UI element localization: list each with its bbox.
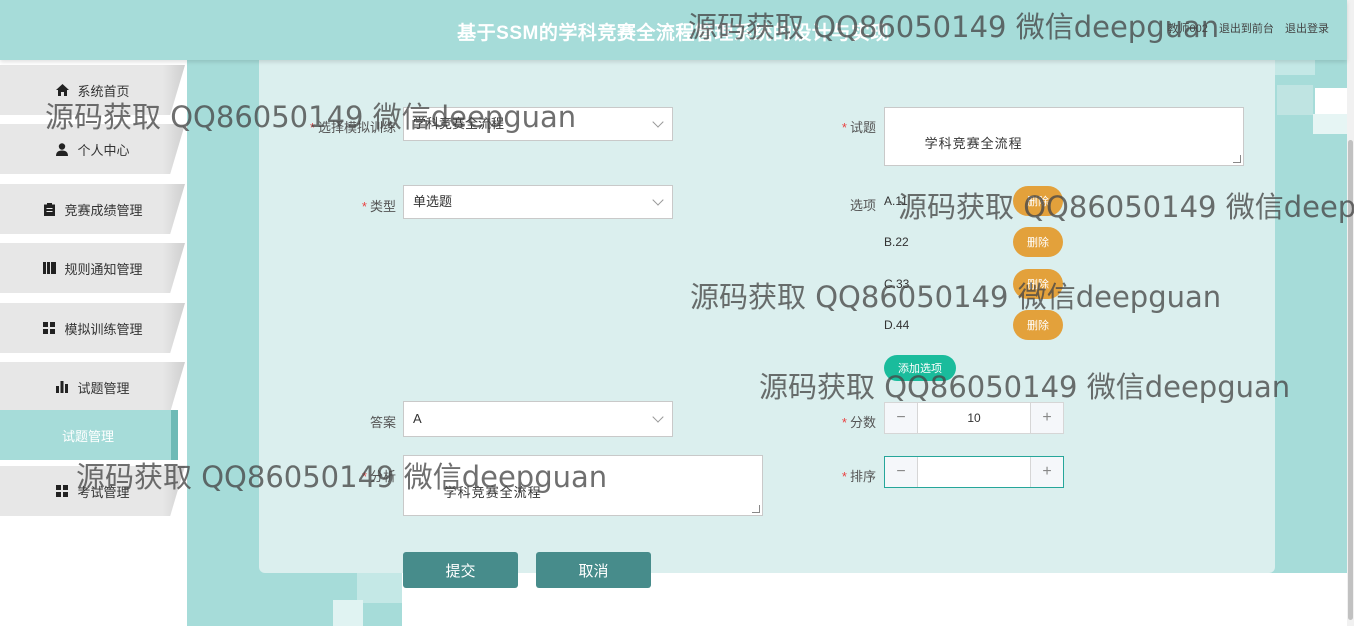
order-stepper: − +	[884, 456, 1064, 488]
chevron-down-icon	[652, 194, 664, 206]
answer-select[interactable]: A	[403, 401, 673, 437]
cancel-button[interactable]: 取消	[536, 552, 651, 588]
app-title: 基于SSM的学科竞赛全流程管理系统的设计与实现	[457, 23, 890, 44]
training-label: * 选择模拟训练	[309, 120, 396, 135]
order-decrement-button[interactable]: −	[885, 457, 918, 487]
user-icon	[55, 142, 69, 156]
chevron-down-icon	[652, 411, 664, 423]
option-d-text: D.44	[884, 318, 910, 332]
decor-block	[1277, 85, 1313, 115]
sidebar-item-scores[interactable]: 竞赛成绩管理	[0, 184, 185, 234]
resize-handle-icon[interactable]	[1233, 155, 1241, 163]
training-value: 学科竞赛全流程	[413, 116, 505, 131]
decor-block	[1275, 60, 1315, 75]
page-scrollbar[interactable]	[1347, 0, 1354, 626]
score-input[interactable]: 10	[918, 403, 1030, 433]
option-a-text: A.11	[884, 194, 908, 208]
sidebar-item-questions[interactable]: 试题管理	[0, 362, 185, 412]
sidebar-item-home[interactable]: 系统首页	[0, 65, 185, 115]
analysis-value: 学科竞赛全流程	[443, 485, 542, 500]
order-increment-button[interactable]: +	[1030, 457, 1063, 487]
grid-icon	[55, 484, 69, 498]
score-decrement-button[interactable]: −	[885, 403, 918, 433]
books-icon	[42, 261, 56, 275]
score-increment-button[interactable]: +	[1030, 403, 1063, 433]
analysis-textarea[interactable]: 学科竞赛全流程	[403, 455, 763, 516]
sidebar-item-label: 模拟训练管理	[64, 321, 143, 337]
sidebar-item-label: 试题管理	[62, 428, 115, 444]
type-label: * 类型	[361, 199, 396, 214]
training-select[interactable]: 学科竞赛全流程	[403, 107, 673, 141]
option-b-text: B.22	[884, 235, 909, 249]
scrollbar-thumb[interactable]	[1348, 140, 1353, 620]
order-input[interactable]	[918, 457, 1030, 487]
decor-block	[357, 573, 402, 603]
top-header: 基于SSM的学科竞赛全流程管理系统的设计与实现 教师002 退出到前台 退出登录	[0, 0, 1347, 60]
username: 教师002	[1167, 23, 1208, 35]
grid-icon	[42, 321, 56, 335]
option-c-text: C.33	[884, 277, 910, 291]
type-select[interactable]: 单选题	[403, 185, 673, 219]
answer-value: A	[413, 411, 422, 426]
home-icon	[55, 83, 69, 97]
add-option-button[interactable]: 添加选项	[884, 355, 956, 381]
main-area: * 选择模拟训练 学科竞赛全流程 * 试题 学科竞赛全流程 * 类型 单选题 选项 A…	[187, 60, 1347, 626]
chevron-down-icon	[652, 116, 664, 128]
type-value: 单选题	[413, 194, 453, 209]
user-area: 教师002 退出到前台 退出登录	[1160, 20, 1329, 36]
score-label: * 分数	[841, 415, 876, 430]
delete-option-c-button[interactable]: 删除	[1013, 269, 1063, 299]
back-to-front-link[interactable]: 退出到前台	[1219, 23, 1274, 35]
submit-button[interactable]: 提交	[403, 552, 518, 588]
analysis-label: * 分析	[361, 469, 396, 484]
clipboard-icon	[42, 202, 56, 216]
decor-block	[333, 600, 363, 626]
sidebar-item-rules[interactable]: 规则通知管理	[0, 243, 185, 293]
order-label: * 排序	[841, 469, 876, 484]
sidebar-item-label: 规则通知管理	[64, 261, 143, 277]
bar-chart-icon	[55, 380, 69, 394]
decor-block	[1315, 88, 1347, 114]
question-value: 学科竞赛全流程	[924, 136, 1023, 151]
sidebar-item-profile[interactable]: 个人中心	[0, 124, 185, 174]
score-stepper: − 10 +	[884, 402, 1064, 434]
sidebar-item-label: 考试管理	[77, 484, 130, 500]
logout-link[interactable]: 退出登录	[1285, 23, 1329, 35]
sidebar-subitem-questions[interactable]: 试题管理	[0, 410, 178, 460]
sidebar: 系统首页 个人中心 竞赛成绩管理 规则通知管理 模拟训练管理 试题管理 试题管理	[0, 60, 187, 626]
answer-label: 答案	[369, 415, 396, 430]
delete-option-d-button[interactable]: 删除	[1013, 310, 1063, 340]
decor-block	[1313, 114, 1347, 134]
delete-option-a-button[interactable]: 删除	[1013, 186, 1063, 216]
question-label: * 试题	[841, 120, 876, 135]
sidebar-item-label: 竞赛成绩管理	[64, 202, 143, 218]
sidebar-item-label: 个人中心	[77, 142, 130, 158]
delete-option-b-button[interactable]: 删除	[1013, 227, 1063, 257]
form-card: * 选择模拟训练 学科竞赛全流程 * 试题 学科竞赛全流程 * 类型 单选题 选项 A…	[259, 60, 1275, 588]
options-label: 选项	[849, 198, 876, 213]
sidebar-item-label: 系统首页	[77, 83, 130, 99]
question-textarea[interactable]: 学科竞赛全流程	[884, 107, 1244, 166]
sidebar-item-training[interactable]: 模拟训练管理	[0, 303, 185, 353]
sidebar-item-label: 试题管理	[77, 380, 130, 396]
resize-handle-icon[interactable]	[752, 505, 760, 513]
sidebar-item-exams[interactable]: 考试管理	[0, 466, 185, 516]
